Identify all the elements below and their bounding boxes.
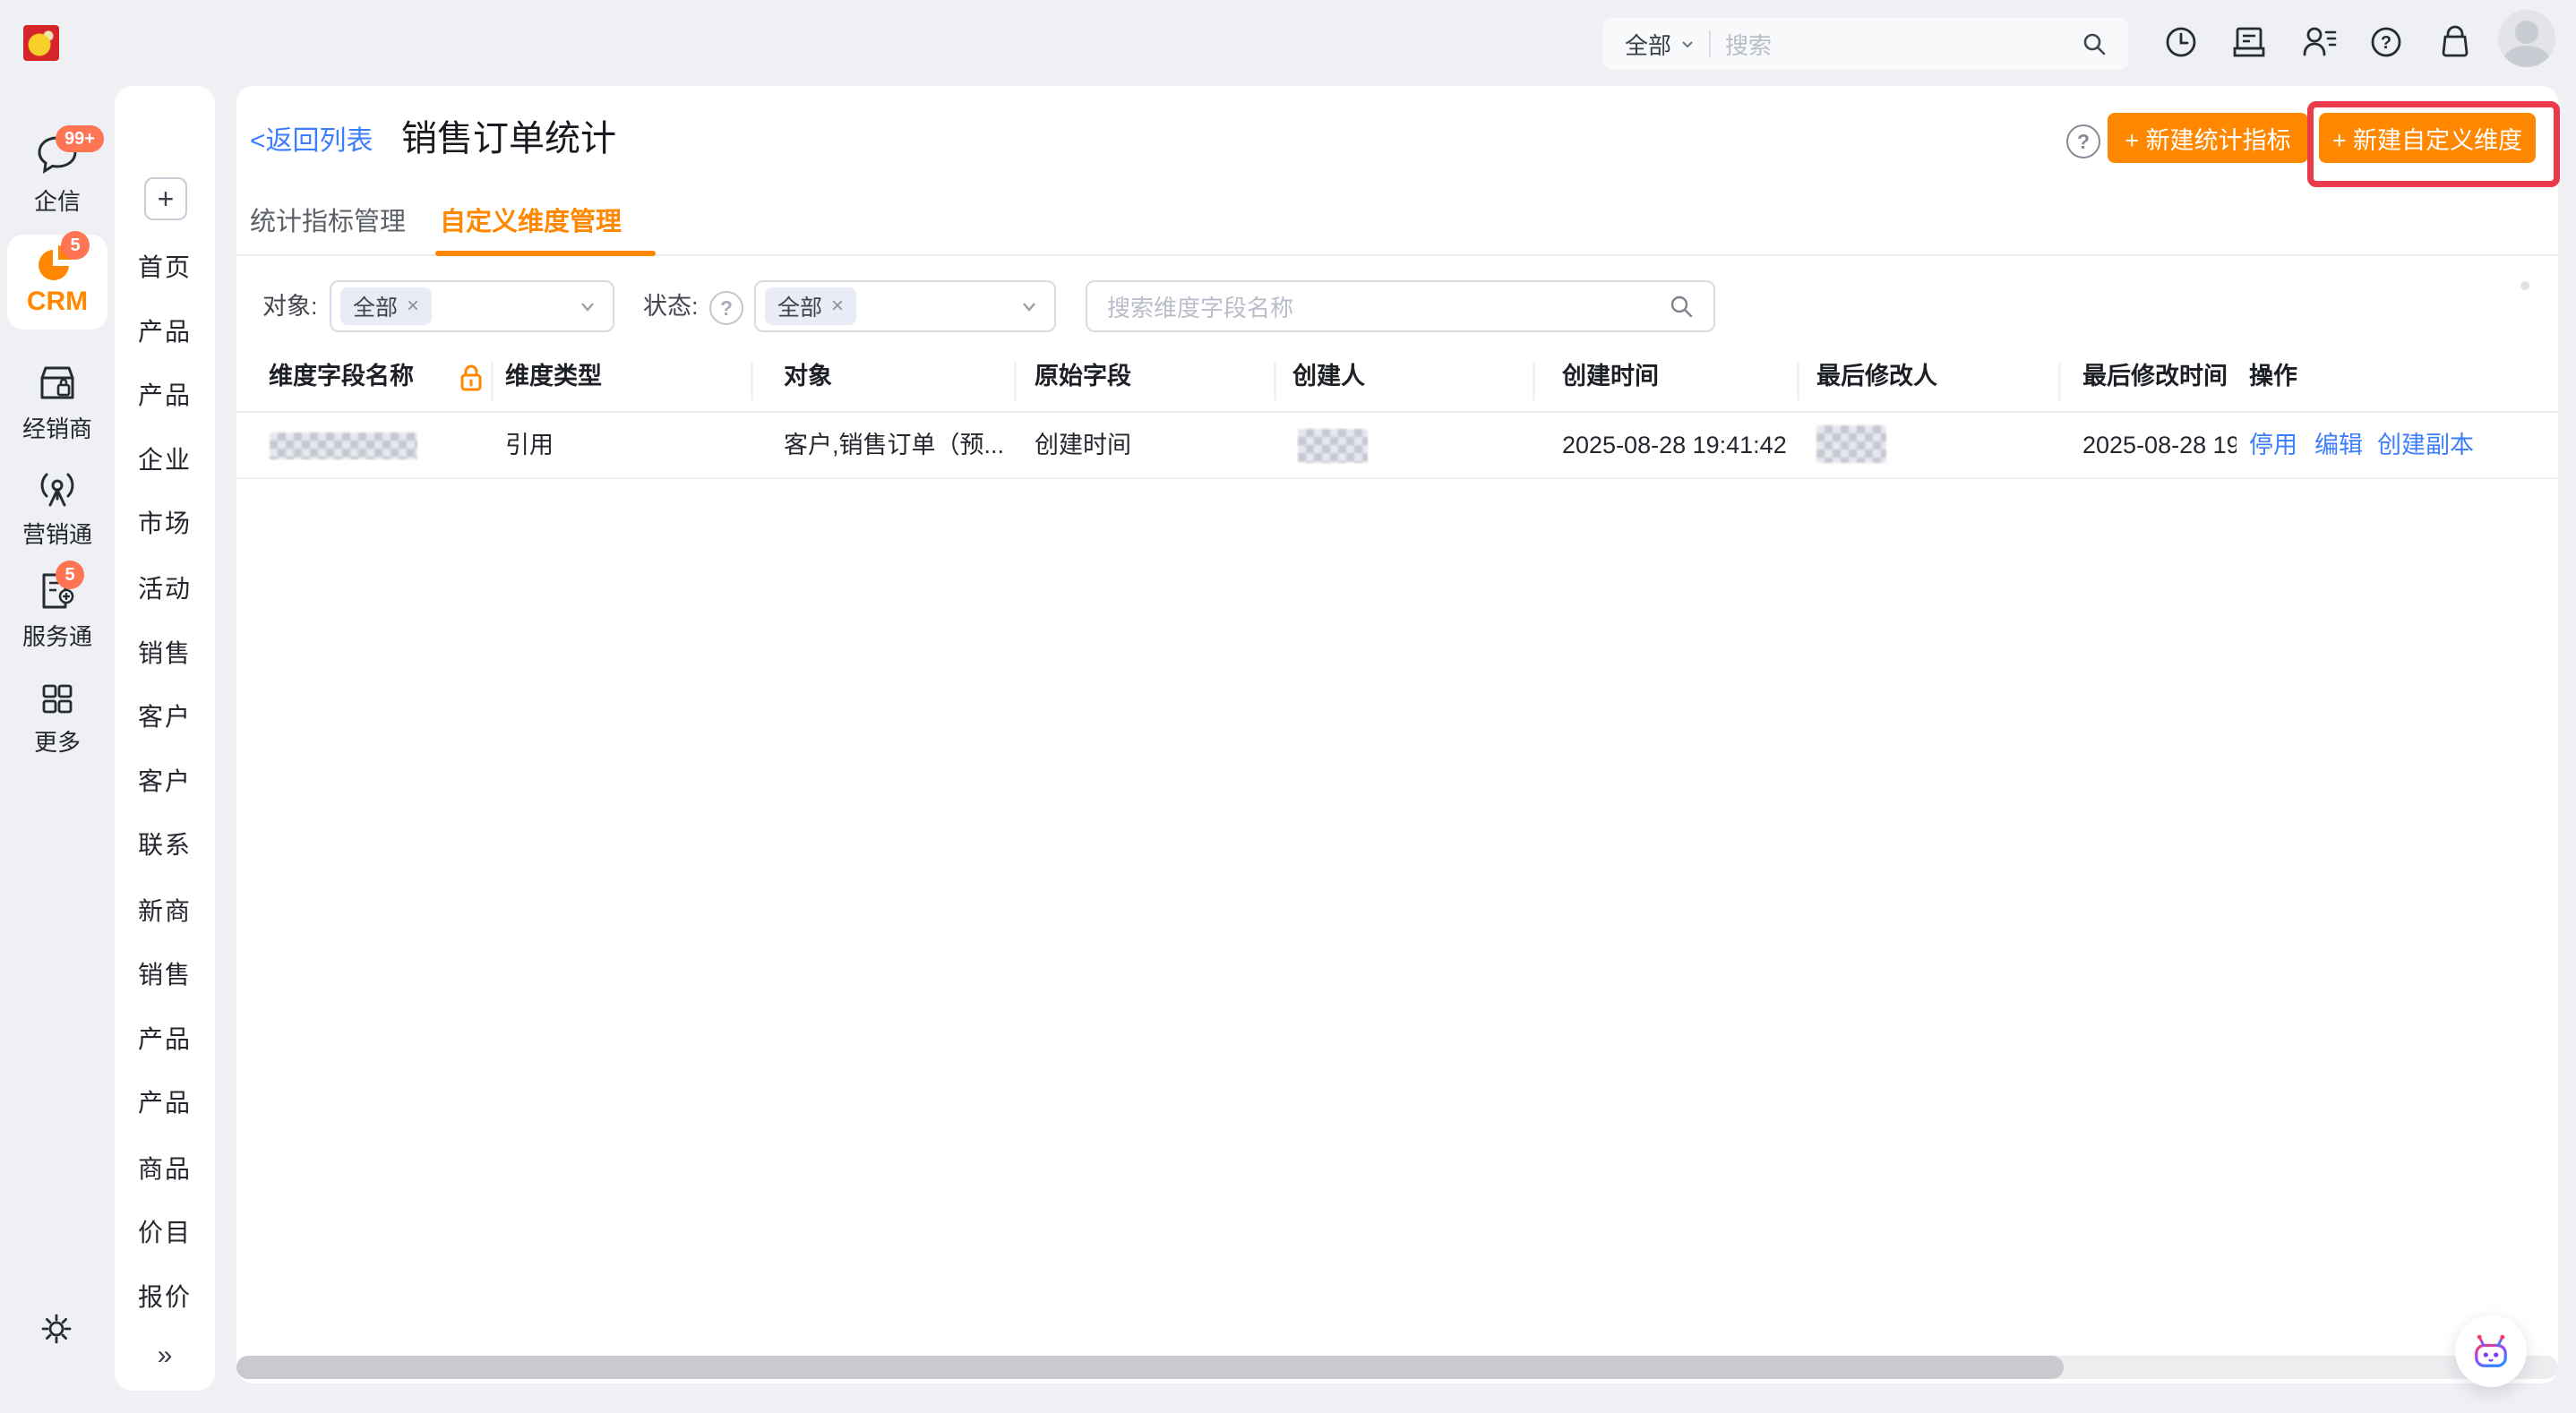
status-help-icon[interactable]: ? xyxy=(709,291,743,325)
redacted-modifier xyxy=(1816,425,1886,463)
annotation-highlight-box xyxy=(2307,101,2560,187)
app-window: 全部 搜索 ? 企信 99+ CRM 5 经销商 营销通 xyxy=(0,0,2576,1413)
sidebar-item-activity[interactable]: 活动 xyxy=(115,571,215,607)
object-filter-label: 对象: xyxy=(262,280,318,332)
service-badge: 5 xyxy=(56,561,84,589)
storefront-icon xyxy=(35,362,80,405)
object-filter-select[interactable]: 全部× xyxy=(330,280,614,332)
tag-remove-icon[interactable]: × xyxy=(407,294,419,319)
add-module-button[interactable]: + xyxy=(144,177,187,220)
chevron-down-icon xyxy=(1679,35,1696,53)
col-object[interactable]: 对象 xyxy=(784,341,832,411)
sidebar-item-newbiz[interactable]: 新商 xyxy=(115,894,215,929)
sidebar-item-product2[interactable]: 产品 xyxy=(115,378,215,414)
rail-item-crm-active[interactable]: CRM 5 xyxy=(7,235,107,330)
col-dimension-type[interactable]: 维度类型 xyxy=(505,341,602,411)
sidebar-item-company[interactable]: 企业 xyxy=(115,442,215,478)
sidebar-item-product3[interactable]: 产品 xyxy=(115,1022,215,1058)
col-actions: 操作 xyxy=(2249,341,2297,411)
create-stat-metric-button[interactable]: + 新建统计指标 xyxy=(2108,113,2308,163)
action-disable-link[interactable]: 停用 xyxy=(2249,413,2297,477)
search-icon[interactable] xyxy=(2080,30,2108,58)
sidebar-item-contact[interactable]: 联系 xyxy=(115,827,215,863)
tab-custom-dimension-management[interactable]: 自定义维度管理 xyxy=(440,201,622,238)
col-dimension-name[interactable]: 维度字段名称 xyxy=(269,341,414,411)
cell-object: 客户,销售订单（预... xyxy=(784,413,1004,477)
page-help-icon[interactable]: ? xyxy=(2066,124,2100,158)
assistant-robot-button[interactable] xyxy=(2455,1315,2527,1387)
sidebar-item-sales1[interactable]: 销售 xyxy=(115,636,215,672)
tag-remove-icon[interactable]: × xyxy=(831,294,844,319)
robot-icon xyxy=(2468,1330,2514,1373)
cell-source-field: 创建时间 xyxy=(1035,413,1131,477)
active-tab-underline xyxy=(435,251,656,256)
rail-item-service[interactable]: 服务通 5 xyxy=(0,569,115,652)
svg-text:?: ? xyxy=(2381,33,2391,53)
settings-gear-icon[interactable] xyxy=(39,1312,73,1346)
broadcast-icon xyxy=(34,467,81,510)
sidebar-item-product1[interactable]: 产品 xyxy=(115,314,215,350)
divider xyxy=(1709,30,1711,57)
action-duplicate-link[interactable]: 创建副本 xyxy=(2377,413,2474,477)
col-created-at[interactable]: 创建时间 xyxy=(1562,341,1659,411)
horizontal-scrollbar-thumb[interactable] xyxy=(236,1356,2064,1379)
action-edit-link[interactable]: 编辑 xyxy=(2314,413,2363,477)
crm-badge: 5 xyxy=(61,231,90,260)
sidebar-item-product4[interactable]: 产品 xyxy=(115,1085,215,1121)
sidebar-item-market[interactable]: 市场 xyxy=(115,506,215,542)
status-filter-label: 状态: xyxy=(643,280,699,332)
col-modifier[interactable]: 最后修改人 xyxy=(1816,341,1937,411)
chevron-down-icon xyxy=(577,295,598,317)
horizontal-scrollbar[interactable] xyxy=(236,1356,2558,1379)
cell-modified-at: 2025-08-28 19 xyxy=(2082,413,2237,477)
back-to-list-link[interactable]: <返回列表 xyxy=(250,118,374,158)
rail-item-dealer[interactable]: 经销商 xyxy=(0,362,115,444)
search-scope-select[interactable]: 全部 xyxy=(1625,28,1671,61)
shop-bag-icon[interactable] xyxy=(2434,21,2476,63)
col-creator[interactable]: 创建人 xyxy=(1292,341,1365,411)
redacted-creator xyxy=(1298,429,1368,463)
main-panel: <返回列表 销售订单统计 ? + 新建统计指标 + 新建自定义维度 统计指标管理… xyxy=(236,86,2558,1383)
sidebar-item-home[interactable]: 首页 xyxy=(115,250,215,286)
cell-created-at: 2025-08-28 19:41:42 xyxy=(1562,413,1787,477)
sidebar-item-customer2[interactable]: 客户 xyxy=(115,764,215,800)
sidebar-item-pricelist[interactable]: 价目 xyxy=(115,1215,215,1251)
grid-icon xyxy=(37,681,78,718)
cell-dimension-type: 引用 xyxy=(505,413,554,477)
col-source-field[interactable]: 原始字段 xyxy=(1035,341,1131,411)
sidebar-item-goods[interactable]: 商品 xyxy=(115,1152,215,1187)
redacted-dimension-name xyxy=(270,432,417,459)
col-modified-at[interactable]: 最后修改时间 xyxy=(2082,341,2228,411)
table-header: 维度字段名称 维度类型 对象 原始字段 创建人 创建时间 最后修改人 最后修改时… xyxy=(236,341,2558,413)
rail-item-qixin[interactable]: 企信 99+ xyxy=(0,133,115,217)
rail-item-marketing[interactable]: 营销通 xyxy=(0,467,115,550)
inbox-device-icon[interactable] xyxy=(2228,21,2270,63)
app-rail: 企信 99+ CRM 5 经销商 营销通 服务通 5 更多 xyxy=(0,0,115,1413)
table-row[interactable]: 引用 客户,销售订单（预... 创建时间 2025-08-28 19:41:42… xyxy=(236,413,2558,479)
help-icon[interactable]: ? xyxy=(2366,21,2407,63)
global-search[interactable]: 全部 搜索 xyxy=(1603,18,2128,70)
search-icon[interactable] xyxy=(1667,292,1696,321)
scroll-hint-dot xyxy=(2520,281,2529,290)
dimension-search-input[interactable]: 搜索维度字段名称 xyxy=(1086,280,1715,332)
search-input[interactable]: 搜索 xyxy=(1725,28,2080,61)
status-filter-tag[interactable]: 全部× xyxy=(765,287,856,325)
sidebar-item-quote[interactable]: 报价 xyxy=(115,1280,215,1315)
lock-icon xyxy=(459,363,484,393)
chevron-down-icon xyxy=(1018,295,1040,317)
object-filter-tag[interactable]: 全部× xyxy=(340,287,432,325)
contacts-icon[interactable] xyxy=(2297,21,2339,63)
clock-icon[interactable] xyxy=(2160,21,2202,63)
sidebar-item-sales2[interactable]: 销售 xyxy=(115,957,215,993)
rail-item-more[interactable]: 更多 xyxy=(0,681,115,758)
sidebar-expand-button[interactable]: » xyxy=(115,1340,215,1371)
sidebar-item-customer1[interactable]: 客户 xyxy=(115,699,215,735)
avatar[interactable] xyxy=(2498,10,2555,67)
page-title: 销售订单统计 xyxy=(401,109,616,161)
status-filter-select[interactable]: 全部× xyxy=(754,280,1056,332)
unread-badge: 99+ xyxy=(56,125,104,152)
tab-stat-metric-management[interactable]: 统计指标管理 xyxy=(250,201,406,238)
module-sidebar: + 首页 产品 产品 企业 市场 活动 销售 客户 客户 联系 新商 销售 产品… xyxy=(115,86,215,1391)
